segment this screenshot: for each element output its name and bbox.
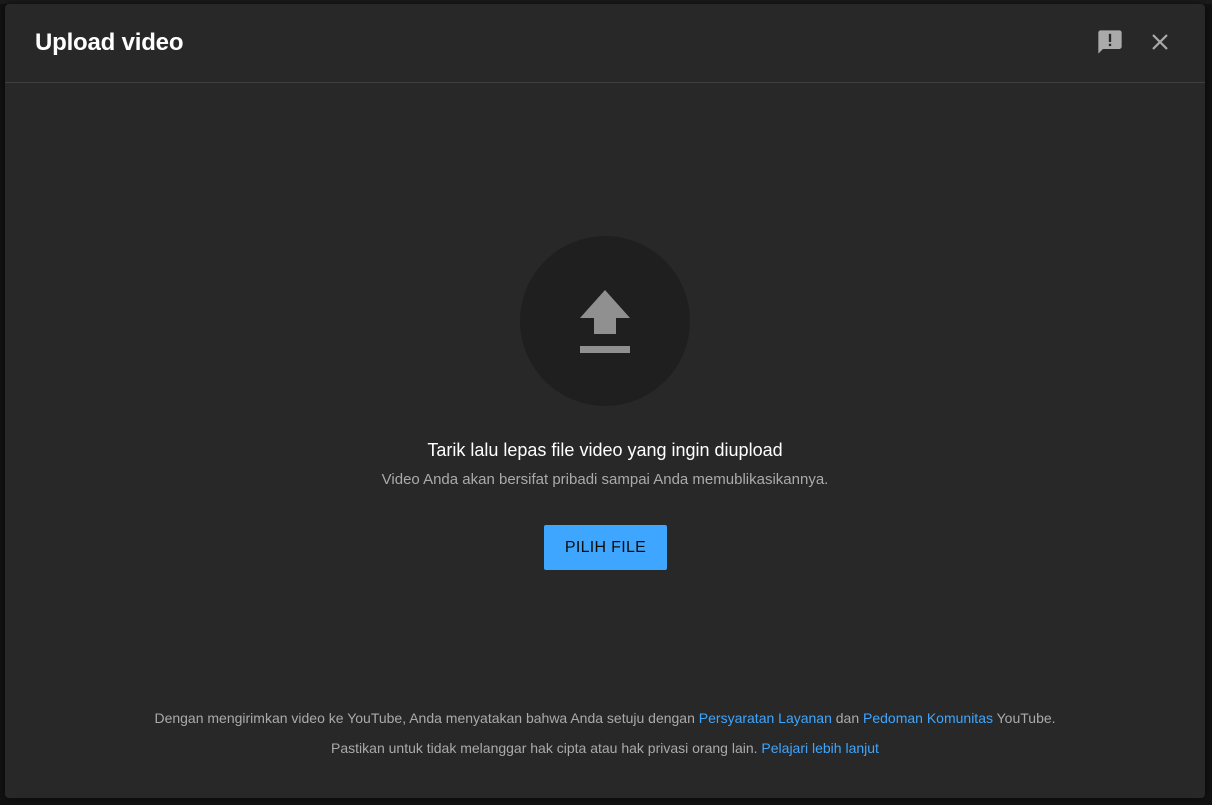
terms-notice-and: dan (831, 710, 864, 726)
privacy-note: Video Anda akan bersifat pribadi sampai … (381, 471, 829, 488)
drag-drop-heading: Tarik lalu lepas file video yang ingin d… (427, 440, 783, 460)
community-guidelines-link[interactable]: Pedoman Komunitas (863, 710, 993, 726)
terms-of-service-link[interactable]: Persyaratan Layanan (699, 710, 832, 726)
feedback-icon (1096, 28, 1124, 61)
select-file-button[interactable]: PILIH FILE (544, 525, 667, 570)
terms-notice: Dengan mengirimkan video ke YouTube, And… (5, 708, 1205, 728)
terms-notice-prefix: Dengan mengirimkan video ke YouTube, And… (154, 710, 699, 726)
dialog-title: Upload video (35, 29, 184, 56)
upload-drop-zone[interactable] (520, 236, 690, 406)
learn-more-link[interactable]: Pelajari lebih lanjut (761, 740, 879, 756)
upload-video-dialog: Upload video Tarik lalu lepas file video… (5, 4, 1205, 798)
terms-notice-suffix: YouTube. (992, 710, 1056, 726)
close-icon (1148, 30, 1172, 59)
copyright-notice-text: Pastikan untuk tidak melanggar hak cipta… (331, 740, 762, 756)
dialog-header: Upload video (5, 4, 1205, 83)
upload-icon (574, 288, 636, 360)
copyright-notice: Pastikan untuk tidak melanggar hak cipta… (5, 738, 1205, 758)
close-button[interactable] (1142, 26, 1178, 62)
send-feedback-button[interactable] (1092, 26, 1128, 62)
